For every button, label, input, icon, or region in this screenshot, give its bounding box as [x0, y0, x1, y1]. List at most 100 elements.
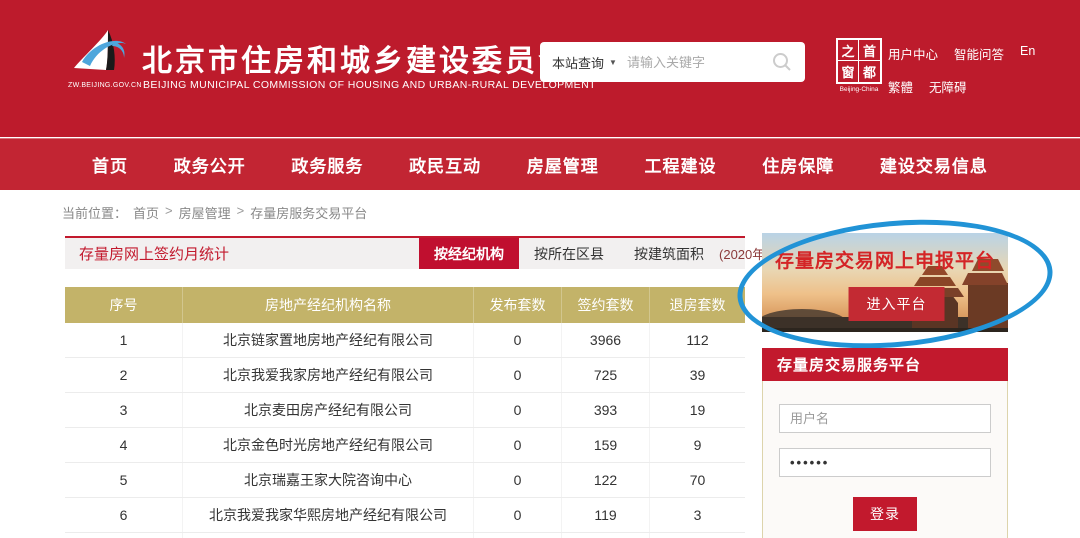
site-subtitle: BEIJING MUNICIPAL COMMISSION OF HOUSING …: [143, 79, 596, 91]
table-cell: 39: [649, 358, 745, 392]
table-cell: 3966: [561, 323, 649, 357]
table-cell: 2: [119, 367, 128, 383]
stats-panel-header: 存量房网上签约月统计 按经纪机构按所在区县按建筑面积 (2020年3月统计结果): [65, 236, 842, 269]
login-form: 登录: [763, 381, 1007, 531]
password-input[interactable]: [779, 448, 991, 477]
table-row-6: 6 北京我爱我家华熙房地产经纪有限公司 0 119 3: [65, 498, 745, 533]
column-header-4: 退房套数: [649, 287, 745, 323]
nav-item-5[interactable]: 工程建设: [645, 152, 717, 177]
main-nav: 首页 政务公开 政务服务 政民互动 房屋管理 工程建设 住房保障 建设交易信息: [0, 138, 1080, 190]
table-row-3: 3 北京麦田房产经纪有限公司 0 393 19: [65, 393, 745, 428]
table-row-2: 2 北京我爱我家房地产经纪有限公司 0 725 39: [65, 358, 745, 393]
breadcrumb-separator: >: [165, 203, 173, 218]
table-cell: 159: [561, 428, 649, 462]
table-cell: 0: [473, 358, 561, 392]
table-cell: 北京我爱我家华熙房地产经纪有限公司: [182, 498, 473, 532]
quick-link-繁體[interactable]: 繁體: [888, 77, 913, 96]
quick-link-无障碍[interactable]: 无障碍: [929, 77, 967, 96]
search-scope-label: 本站查询: [552, 55, 605, 71]
table-row-1: 1 北京链家置地房地产经纪有限公司 0 3966 112: [65, 323, 745, 358]
quick-links-row-2: 繁體 无障碍: [888, 77, 1035, 96]
breadcrumb-separator: >: [236, 203, 245, 218]
quick-link-智能问答[interactable]: 智能问答: [954, 44, 1004, 63]
enter-platform-button[interactable]: 进入平台: [848, 287, 945, 321]
quick-links-row-1: 用户中心 智能问答 En: [888, 44, 1035, 63]
page: ZW.BEIJING.GOV.CN 北京市住房和城乡建设委员会 BEIJING …: [0, 0, 1080, 538]
breadcrumb-item-0[interactable]: 首页: [133, 203, 159, 222]
nav-item-6[interactable]: 住房保障: [762, 152, 834, 177]
table-cell: 0: [473, 533, 561, 538]
breadcrumb-item-2[interactable]: 存量房服务交易平台: [250, 203, 367, 222]
login-panel-title: 存量房交易服务平台: [762, 348, 1008, 381]
table-cell: 0: [473, 393, 561, 427]
seal-caption: Beijing-China: [839, 86, 879, 93]
table-cell: 1: [119, 332, 128, 348]
column-header-0: 序号: [109, 297, 138, 313]
capital-window-logo[interactable]: 之首窗都 Beijing-China: [836, 38, 882, 93]
search-scope-dropdown[interactable]: 本站查询 ▼: [552, 53, 617, 72]
stats-title: 存量房网上签约月统计: [79, 246, 230, 263]
seal-char-1: 首: [859, 40, 880, 61]
nav-item-3[interactable]: 政民互动: [409, 152, 481, 177]
username-input[interactable]: [779, 404, 991, 433]
stats-tab-1[interactable]: 按所在区县: [519, 238, 619, 269]
sail-logo-icon: [74, 30, 126, 70]
breadcrumb-items: 首页 > 房屋管理 > 存量房服务交易平台: [133, 203, 367, 222]
chevron-down-icon: ▼: [609, 57, 617, 67]
table-cell: 83: [561, 533, 649, 538]
table-cell: 0: [473, 463, 561, 497]
table-cell: 4: [119, 437, 128, 453]
stats-tab-2[interactable]: 按建筑面积: [619, 238, 719, 269]
column-header-2: 发布套数: [473, 287, 561, 323]
nav-item-1[interactable]: 政务公开: [174, 152, 246, 177]
quick-link-用户中心[interactable]: 用户中心: [888, 44, 938, 63]
column-header-3: 签约套数: [561, 287, 649, 323]
table-cell: 122: [561, 463, 649, 497]
nav-item-7[interactable]: 建设交易信息: [880, 152, 988, 177]
table-cell: 0: [473, 323, 561, 357]
login-button[interactable]: 登录: [853, 497, 917, 531]
table-cell: 北京链家置地房地产经纪有限公司: [182, 323, 473, 357]
table-cell: 119: [561, 498, 649, 532]
seal-char-2: 窗: [838, 61, 859, 82]
stats-tab-0[interactable]: 按经纪机构: [419, 238, 520, 269]
table-cell: 36: [649, 533, 745, 538]
quick-link-En[interactable]: En: [1020, 44, 1035, 63]
search-box: 本站查询 ▼: [540, 42, 805, 82]
table-cell: 北京瑞嘉王家大院咨询中心: [182, 463, 473, 497]
seal-char-0: 之: [838, 40, 859, 61]
breadcrumb: 当前位置： 首页 > 房屋管理 > 存量房服务交易平台: [62, 203, 367, 222]
table-cell: 112: [649, 323, 745, 357]
search-input[interactable]: [626, 54, 771, 70]
quick-links: 用户中心 智能问答 En 繁體 无障碍: [888, 44, 1035, 110]
seal-grid: 之首窗都: [836, 38, 882, 84]
table-cell: 0: [473, 498, 561, 532]
table-cell: 393: [561, 393, 649, 427]
nav-item-4[interactable]: 房屋管理: [527, 152, 599, 177]
breadcrumb-label: 当前位置：: [62, 206, 128, 221]
search-icon[interactable]: [771, 51, 793, 73]
stats-tabs: 按经纪机构 按所在区县 按建筑面积: [419, 238, 719, 269]
column-header-1: 房地产经纪机构名称: [182, 287, 473, 323]
table-cell: 70: [649, 463, 745, 497]
broker-stats-table: 序号 房地产经纪机构名称 发布套数 签约套数 退房套数 1 北京链家置地房地产经纪有限公司…: [65, 287, 745, 538]
table-cell: 19: [649, 393, 745, 427]
table-cell: 9: [649, 428, 745, 462]
table-cell: 北京麦田房产经纪有限公司: [182, 393, 473, 427]
table-cell: 5: [119, 472, 128, 488]
site-title: 北京市住房和城乡建设委员会: [142, 45, 571, 78]
table-cell: 0: [473, 428, 561, 462]
seal-char-3: 都: [862, 66, 876, 81]
table-cell: 3: [649, 498, 745, 532]
nav-item-2[interactable]: 政务服务: [291, 152, 363, 177]
table-row-5: 5 北京瑞嘉王家大院咨询中心 0 122 70: [65, 463, 745, 498]
nav-item-0[interactable]: 首页: [92, 152, 128, 177]
table-header-row: 序号 房地产经纪机构名称 发布套数 签约套数 退房套数: [65, 287, 745, 323]
breadcrumb-item-1[interactable]: 房屋管理: [179, 203, 231, 222]
site-header: ZW.BEIJING.GOV.CN 北京市住房和城乡建设委员会 BEIJING …: [0, 0, 1080, 137]
table-cell: 725: [561, 358, 649, 392]
table-body: 1 北京链家置地房地产经纪有限公司 0 3966 112 2 北京我爱我家房地产经纪有限公司…: [65, 323, 745, 538]
table-cell: 6: [119, 507, 128, 523]
declare-platform-banner[interactable]: 存量房交易网上申报平台 进入平台: [762, 233, 1008, 332]
table-row-7: 7北京诚源房地产经纪有限公司08336: [65, 533, 745, 538]
